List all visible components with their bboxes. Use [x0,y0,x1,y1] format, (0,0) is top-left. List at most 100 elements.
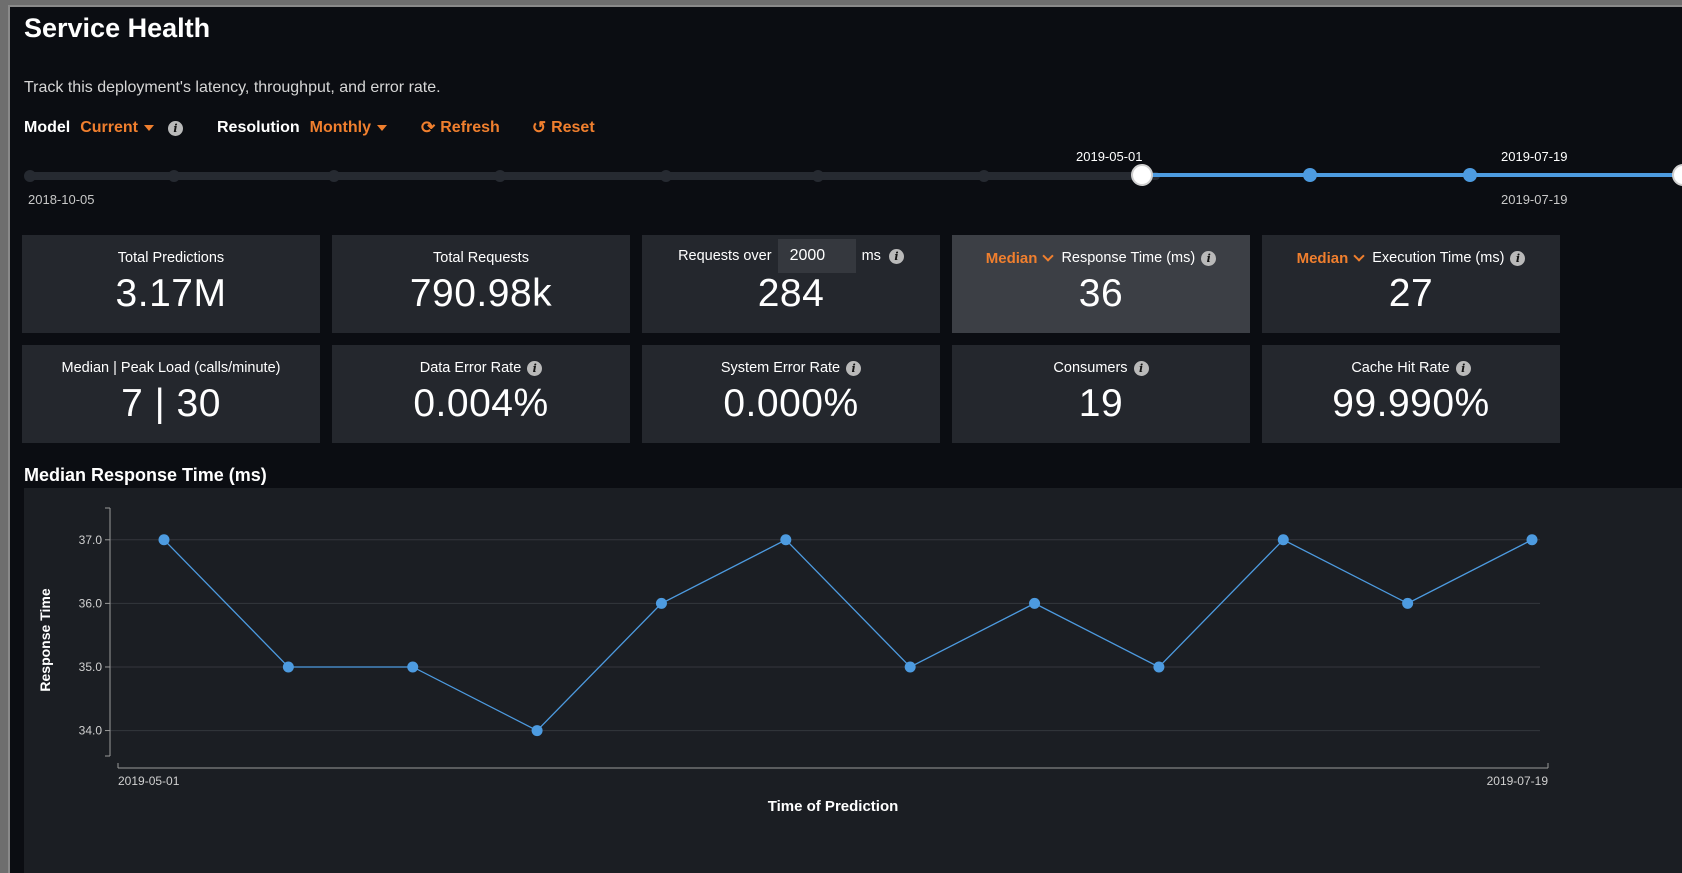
response-time-chart[interactable]: 34.0 35.0 36.0 37.0 2019-05-01 2019-07-19 Re… [24,488,1682,873]
page-subtitle: Track this deployment's latency, through… [24,79,441,96]
metric-card-requests-over[interactable]: Requests over ms i 284 [642,235,940,333]
data-point [531,725,543,737]
slider-tick[interactable] [660,170,672,182]
slider-selected-start-label: 2019-05-01 [1076,149,1143,164]
resolution-label: Resolution [217,119,300,136]
data-point [1277,534,1289,546]
data-point [904,661,916,673]
metric-title-text: Data Error Rate [419,360,522,376]
resolution-dropdown[interactable]: Monthly [310,119,387,137]
metric-value: 284 [757,272,825,315]
y-tick-label: 35.0 [79,660,103,674]
data-point [158,534,170,546]
metric-card-total-predictions[interactable]: Total Predictions 3.17M [22,235,320,333]
slider-tick[interactable] [494,170,506,182]
info-icon[interactable]: i [168,120,183,136]
x-axis-ticks: 2019-05-01 2019-07-19 [117,763,1549,788]
x-tick-label: 2019-07-19 [1487,774,1549,788]
metric-card-response-time[interactable]: Median Response Time (ms) i 36 [952,235,1250,333]
chevron-down-icon[interactable] [1353,250,1365,262]
slider-start-handle[interactable] [1131,164,1153,186]
slider-track[interactable] [30,172,1160,180]
x-tick-label: 2019-05-01 [118,774,180,788]
slider-tick-selected[interactable] [1463,168,1477,182]
y-axis-label: Response Time [37,588,53,691]
service-health-frame: Service Health Track this deployment's l… [8,5,1682,873]
metric-title-text: Consumers [1053,360,1128,376]
metric-title: Total Predictions [117,250,225,266]
metric-card-consumers[interactable]: Consumers i 19 [952,345,1250,443]
metric-value: 0.000% [723,382,859,425]
metric-title: Total Requests [433,250,529,266]
slider-tick[interactable] [24,170,36,182]
data-point [780,534,792,546]
info-icon[interactable]: i [1201,250,1217,266]
chart-grid [110,539,1540,732]
metric-value: 7 | 30 [121,382,221,425]
aggregate-dropdown[interactable]: Median [1297,250,1349,267]
metric-card-peak-load[interactable]: Median | Peak Load (calls/minute) 7 | 30 [22,345,320,443]
slider-range-end-label: 2019-07-19 [1501,192,1568,207]
info-icon[interactable]: i [888,248,904,264]
info-icon[interactable]: i [846,360,862,376]
reset-icon: ↺ [531,118,547,137]
metric-value: 27 [1388,272,1434,315]
metric-title: Consumers i [1053,358,1149,378]
slider-selected-range [1150,173,1682,177]
metric-title-text: Response Time (ms) [1061,250,1196,266]
date-range-slider[interactable]: 2018-10-05 2019-05-01 2019-07-19 2019-07… [10,147,1682,217]
data-point [282,661,294,673]
data-point [1526,534,1538,546]
model-dropdown[interactable]: Current [80,119,154,137]
model-dropdown-value: Current [80,119,138,136]
resolution-dropdown-value: Monthly [309,119,371,136]
metric-value: 0.004% [413,382,549,425]
metric-card-data-error-rate[interactable]: Data Error Rate i 0.004% [332,345,630,443]
slider-range-start-label: 2018-10-05 [28,192,95,207]
y-tick-label: 37.0 [79,533,103,547]
metric-title: Requests over ms i [678,239,904,273]
metric-title-text: Cache Hit Rate [1351,360,1450,376]
threshold-input[interactable] [777,239,856,273]
info-icon[interactable]: i [1510,250,1526,266]
chart-title: Median Response Time (ms) [24,465,267,485]
metric-value: 99.990% [1332,382,1490,425]
metric-title: Median | Peak Load (calls/minute) [61,360,281,376]
slider-tick[interactable] [812,170,824,182]
y-tick-label: 34.0 [79,724,103,738]
metric-title: Cache Hit Rate i [1351,358,1471,378]
y-tick-label: 36.0 [79,596,103,610]
data-point [655,597,667,609]
metric-card-system-error-rate[interactable]: System Error Rate i 0.000% [642,345,940,443]
chevron-down-icon[interactable] [1042,250,1055,262]
slider-tick[interactable] [328,170,340,182]
metric-value: 36 [1078,272,1124,315]
data-point [1402,597,1414,609]
metric-title-text: System Error Rate [720,360,841,376]
slider-tick-selected[interactable] [1303,168,1317,182]
info-icon[interactable]: i [527,360,543,376]
reset-button[interactable]: ↺ Reset [532,118,595,138]
controls-bar: Model Current i Resolution Monthly ⟳ Ref… [24,115,595,141]
metric-title: Median Execution Time (ms) i [1297,248,1526,268]
caret-down-icon [377,125,387,131]
metric-card-total-requests[interactable]: Total Requests 790.98k [332,235,630,333]
slider-selected-end-label: 2019-07-19 [1501,149,1568,164]
info-icon[interactable]: i [1133,360,1149,376]
y-axis-ticks: 34.0 35.0 36.0 37.0 [79,507,110,757]
caret-down-icon [144,125,154,131]
model-label: Model [24,119,71,136]
aggregate-dropdown[interactable]: Median [986,250,1038,267]
metric-title: Data Error Rate i [420,358,543,378]
data-point [407,661,419,673]
slider-tick[interactable] [978,170,990,182]
metric-card-cache-hit-rate[interactable]: Cache Hit Rate i 99.990% [1262,345,1560,443]
threshold-unit: ms [861,248,881,264]
page-title: Service Health [24,13,211,43]
metric-card-execution-time[interactable]: Median Execution Time (ms) i 27 [1262,235,1560,333]
refresh-button[interactable]: ⟳ Refresh [421,118,500,138]
slider-tick[interactable] [168,170,180,182]
info-icon[interactable]: i [1455,360,1471,376]
slider-end-handle[interactable] [1672,164,1682,186]
refresh-label: Refresh [440,119,500,136]
